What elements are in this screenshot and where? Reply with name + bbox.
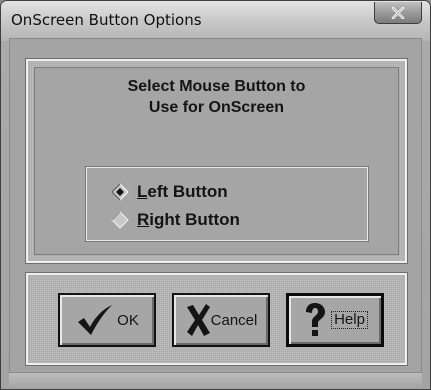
title-bar[interactable]: OnScreen Button Options [1,1,430,41]
dialog-client-area: Select Mouse Button to Use for OnScreen … [9,38,422,373]
dialog-window: OnScreen Button Options Select Mouse But… [0,0,431,390]
window-bottom-edge [9,373,422,389]
radio-right-button[interactable]: Right Button [111,208,240,232]
window-title: OnScreen Button Options [11,11,202,29]
radio-unselected-icon [111,211,129,229]
question-mark-icon [306,303,326,336]
ok-label: OK [117,311,139,329]
radio-left-mnemonic: L [137,182,148,201]
close-icon [391,6,405,19]
x-icon [186,304,210,336]
radio-selected-icon [111,183,129,201]
checkmark-icon [78,305,113,335]
options-panel: Select Mouse Button to Use for OnScreen … [25,58,408,264]
prompt-heading: Select Mouse Button to Use for OnScreen [35,76,398,118]
close-button[interactable] [374,2,422,24]
cancel-label: Cancel [210,311,258,329]
mouse-button-radio-group: Left Button Right Button [85,166,369,242]
radio-left-label: Left Button [137,182,228,202]
button-panel: OK Cancel Help [25,272,408,366]
cancel-button[interactable]: Cancel [172,293,270,347]
radio-right-mnemonic: R [137,210,150,229]
prompt-line-2: Use for OnScreen [148,99,285,116]
prompt-line-1: Select Mouse Button to [127,78,306,95]
radio-left-text: eft Button [147,182,228,201]
help-button[interactable]: Help [286,293,384,347]
options-inner-frame: Select Mouse Button to Use for OnScreen … [34,67,399,255]
help-label: Help [331,311,368,329]
radio-right-label: Right Button [137,210,240,230]
radio-right-text: ight Button [149,210,240,229]
radio-left-button[interactable]: Left Button [111,180,228,204]
ok-button[interactable]: OK [58,293,156,347]
